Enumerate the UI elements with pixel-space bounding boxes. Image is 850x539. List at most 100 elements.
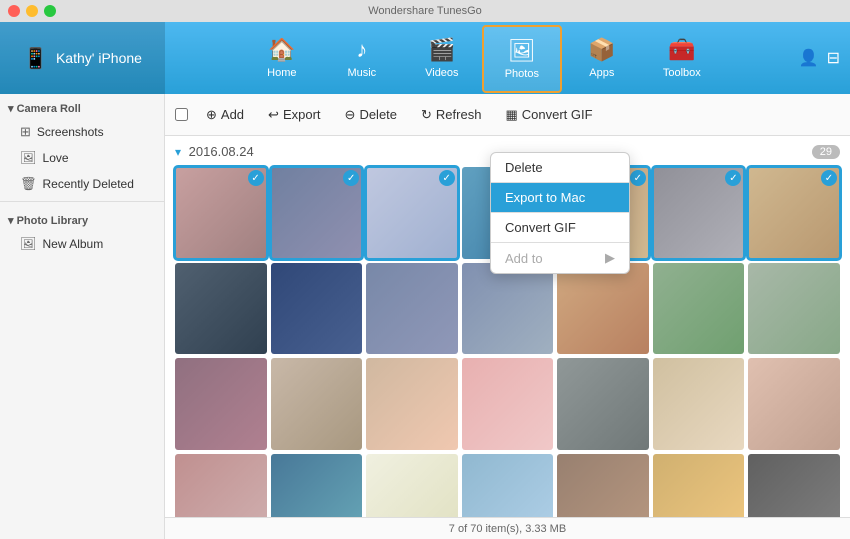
status-text: 7 of 70 item(s), 3.33 MB: [449, 523, 566, 535]
sidebar: ▾ Camera Roll ⊞ Screenshots 🖼 Love 🗑 Rec…: [0, 94, 165, 539]
photo-cell[interactable]: ✓: [175, 167, 267, 259]
sidebar-divider: [0, 201, 164, 202]
tab-photos[interactable]: 🖼 Photos: [482, 25, 562, 93]
date-arrow-icon: ▾: [175, 145, 181, 159]
device-icon: 📱: [23, 46, 48, 71]
minimize-button[interactable]: [26, 5, 38, 17]
photo-cell[interactable]: [271, 263, 363, 355]
photo-cell[interactable]: [462, 263, 554, 355]
title-bar: Wondershare TunesGo: [0, 0, 850, 22]
screenshots-icon: ⊞: [20, 124, 31, 140]
photo-cell[interactable]: [748, 454, 840, 517]
user-icon[interactable]: 👤: [799, 48, 819, 68]
tab-music[interactable]: ♪ Music: [322, 22, 402, 94]
photo-row-2: [175, 263, 840, 355]
photo-cell[interactable]: [462, 358, 554, 450]
refresh-icon: ↻: [421, 107, 432, 123]
photo-cell[interactable]: [366, 358, 458, 450]
maximize-button[interactable]: [44, 5, 56, 17]
love-icon: 🖼: [20, 150, 37, 166]
context-menu-add-to[interactable]: Add to ▶: [491, 243, 629, 273]
device-name: Kathy' iPhone: [56, 50, 142, 66]
photo-cell[interactable]: [175, 263, 267, 355]
photo-cell[interactable]: ✓: [366, 167, 458, 259]
app-header: 📱 Kathy' iPhone 🏠 Home ♪ Music 🎬 Videos …: [0, 22, 850, 94]
photo-check: ✓: [439, 170, 455, 186]
context-gif-label: Convert GIF: [505, 220, 576, 235]
photo-count-badge: 29: [812, 145, 840, 159]
convert-gif-label: Convert GIF: [522, 107, 593, 122]
tab-photos-label: Photos: [505, 68, 539, 80]
header-right: 👤 ⊟: [799, 48, 850, 68]
delete-label: Delete: [359, 107, 397, 122]
context-menu: Delete Export to Mac Convert GIF Add to …: [490, 152, 630, 274]
photo-cell[interactable]: [653, 358, 745, 450]
context-menu-delete[interactable]: Delete: [491, 153, 629, 182]
photo-cell[interactable]: [557, 454, 649, 517]
close-button[interactable]: [8, 5, 20, 17]
photo-cell[interactable]: [653, 454, 745, 517]
photo-row-3: [175, 358, 840, 450]
trash-icon: 🗑: [20, 176, 37, 192]
window-icon[interactable]: ⊟: [827, 48, 840, 68]
tab-videos-label: Videos: [425, 67, 458, 79]
delete-button[interactable]: ⊖ Delete: [335, 103, 407, 127]
date-text: 2016.08.24: [189, 144, 254, 159]
photo-cell[interactable]: [653, 263, 745, 355]
camera-roll-header[interactable]: ▾ Camera Roll: [0, 94, 164, 119]
apps-icon: 📦: [588, 37, 615, 63]
photo-cell[interactable]: [271, 454, 363, 517]
music-icon: ♪: [356, 37, 367, 63]
photo-cell[interactable]: [366, 263, 458, 355]
photo-cell[interactable]: ✓: [271, 167, 363, 259]
window-title: Wondershare TunesGo: [368, 5, 482, 17]
photo-check: ✓: [821, 170, 837, 186]
photo-cell[interactable]: ✓: [653, 167, 745, 259]
context-add-label: Add to: [505, 251, 543, 266]
export-button[interactable]: ↩ Export: [258, 103, 330, 127]
photo-library-header[interactable]: ▾ Photo Library: [0, 206, 164, 231]
main-layout: ▾ Camera Roll ⊞ Screenshots 🖼 Love 🗑 Rec…: [0, 94, 850, 539]
photo-row-4: [175, 454, 840, 517]
photo-cell[interactable]: [175, 454, 267, 517]
sidebar-item-recently-deleted[interactable]: 🗑 Recently Deleted: [0, 171, 164, 197]
photo-cell[interactable]: [748, 263, 840, 355]
sidebar-item-new-album[interactable]: 🖼 New Album: [0, 231, 164, 257]
add-button[interactable]: ⊕ Add: [196, 103, 254, 127]
home-icon: 🏠: [268, 37, 295, 63]
sidebar-item-love[interactable]: 🖼 Love: [0, 145, 164, 171]
album-icon: 🖼: [20, 236, 37, 252]
photo-cell[interactable]: [175, 358, 267, 450]
tab-apps[interactable]: 📦 Apps: [562, 22, 642, 94]
tab-home[interactable]: 🏠 Home: [242, 22, 322, 94]
tab-toolbox-label: Toolbox: [663, 67, 701, 79]
screenshots-label: Screenshots: [37, 125, 104, 139]
photo-cell[interactable]: [271, 358, 363, 450]
select-all-checkbox[interactable]: [175, 108, 188, 121]
photos-icon: 🖼: [508, 38, 536, 64]
photo-cell[interactable]: [557, 263, 649, 355]
photo-cell[interactable]: [462, 454, 554, 517]
tab-home-label: Home: [267, 67, 296, 79]
tab-music-label: Music: [347, 67, 376, 79]
context-menu-convert-gif[interactable]: Convert GIF: [491, 213, 629, 242]
sidebar-item-screenshots[interactable]: ⊞ Screenshots: [0, 119, 164, 145]
context-export-label: Export to Mac: [505, 190, 585, 205]
photo-cell[interactable]: [366, 454, 458, 517]
convert-gif-button[interactable]: ▦ Convert GIF: [495, 103, 602, 127]
add-icon: ⊕: [206, 107, 217, 123]
tab-toolbox[interactable]: 🧰 Toolbox: [642, 22, 722, 94]
photo-cell[interactable]: [748, 358, 840, 450]
new-album-label: New Album: [43, 237, 104, 251]
recently-deleted-label: Recently Deleted: [43, 177, 134, 191]
status-bar: 7 of 70 item(s), 3.33 MB: [165, 517, 850, 539]
context-menu-export-to-mac[interactable]: Export to Mac: [491, 183, 629, 212]
traffic-lights: [8, 5, 56, 17]
tab-videos[interactable]: 🎬 Videos: [402, 22, 482, 94]
photo-check: ✓: [248, 170, 264, 186]
photo-cell[interactable]: [557, 358, 649, 450]
refresh-label: Refresh: [436, 107, 482, 122]
refresh-button[interactable]: ↻ Refresh: [411, 103, 491, 127]
photo-cell[interactable]: ✓: [748, 167, 840, 259]
context-delete-label: Delete: [505, 160, 543, 175]
